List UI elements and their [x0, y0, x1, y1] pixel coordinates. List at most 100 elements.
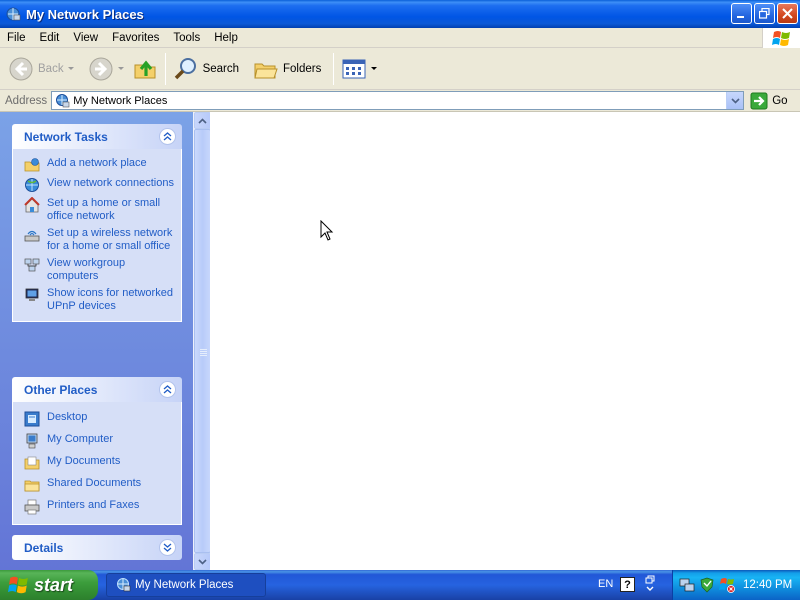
task-view-workgroup-computers[interactable]: View workgroup computers — [13, 255, 181, 285]
windows-flag-icon — [771, 30, 790, 46]
task-setup-wireless-network[interactable]: Set up a wireless network for a home or … — [13, 225, 181, 255]
minimize-icon — [737, 16, 744, 18]
other-places-panel: Other Places Desktop My Computer My Docu… — [12, 377, 182, 525]
menu-tools[interactable]: Tools — [166, 29, 207, 47]
printers-icon — [24, 499, 40, 515]
menu-favorites[interactable]: Favorites — [105, 29, 166, 47]
workgroup-icon — [24, 258, 40, 272]
views-dropdown-icon[interactable] — [371, 67, 378, 70]
place-label: Shared Documents — [47, 477, 142, 489]
details-panel: Details — [12, 535, 182, 560]
place-label: Desktop — [47, 411, 88, 423]
collapse-button[interactable] — [159, 381, 176, 398]
security-alert-icon[interactable] — [719, 577, 735, 593]
menu-edit[interactable]: Edit — [33, 29, 67, 47]
task-view-network-connections[interactable]: View network connections — [13, 175, 181, 195]
back-dropdown-icon[interactable] — [67, 67, 74, 70]
network-tray-icon[interactable] — [679, 577, 695, 593]
go-arrow-icon — [750, 92, 768, 109]
my-documents-icon — [24, 456, 40, 470]
back-button[interactable]: Back — [4, 51, 78, 87]
task-pane-scrollbar[interactable] — [193, 112, 211, 570]
toolbar-separator — [333, 52, 335, 85]
taskbar: start My Network Places EN ? 12:40 PM — [0, 570, 800, 600]
menu-view[interactable]: View — [66, 29, 105, 47]
taskbar-item-label: My Network Places — [135, 579, 234, 591]
search-button[interactable]: Search — [169, 51, 243, 87]
scroll-up-button[interactable] — [194, 112, 211, 129]
back-arrow-icon — [9, 57, 33, 80]
task-show-upnp-icons[interactable]: Show icons for networked UPnP devices — [13, 285, 181, 315]
search-label: Search — [202, 62, 240, 75]
windows-flag-icon — [8, 576, 28, 594]
place-shared-documents[interactable]: Shared Documents — [13, 474, 181, 496]
close-button[interactable] — [777, 3, 798, 24]
back-label: Back — [38, 62, 64, 75]
network-places-icon — [6, 7, 21, 21]
folders-button[interactable]: Folders — [249, 51, 325, 87]
minimize-button[interactable] — [731, 3, 752, 24]
windows-logo — [762, 28, 800, 48]
task-label: Show icons for networked UPnP devices — [47, 287, 173, 312]
start-button[interactable]: start — [0, 570, 98, 600]
title-bar[interactable]: My Network Places — [0, 0, 800, 28]
system-tray: 12:40 PM — [672, 570, 800, 600]
forward-arrow-icon — [89, 57, 113, 80]
network-tasks-header[interactable]: Network Tasks — [12, 124, 182, 149]
forward-button[interactable] — [84, 51, 128, 87]
views-icon — [342, 59, 366, 78]
address-dropdown-button[interactable] — [726, 92, 744, 109]
task-label: Set up a wireless network for a home or … — [47, 227, 173, 252]
chevron-down-double-icon — [163, 543, 172, 552]
place-label: Printers and Faxes — [47, 499, 140, 511]
folder-content-area[interactable] — [210, 112, 800, 570]
task-setup-home-network[interactable]: Set up a home or small office network — [13, 195, 181, 225]
security-center-icon[interactable] — [699, 577, 715, 593]
task-label: Set up a home or small office network — [47, 197, 161, 222]
place-desktop[interactable]: Desktop — [13, 408, 181, 430]
restore-icon — [759, 8, 770, 19]
scroll-thumb[interactable] — [194, 129, 211, 553]
menu-help[interactable]: Help — [207, 29, 245, 47]
add-network-place-icon — [24, 158, 40, 172]
menu-file[interactable]: File — [0, 29, 33, 47]
place-my-documents[interactable]: My Documents — [13, 452, 181, 474]
expand-button[interactable] — [159, 539, 176, 556]
network-places-icon — [56, 93, 70, 107]
place-my-computer[interactable]: My Computer — [13, 430, 181, 452]
place-printers-faxes[interactable]: Printers and Faxes — [13, 496, 181, 518]
language-indicator[interactable]: EN — [598, 578, 613, 590]
clock[interactable]: 12:40 PM — [743, 579, 792, 591]
task-add-network-place[interactable]: Add a network place — [13, 155, 181, 175]
network-tasks-body: Add a network place View network connect… — [12, 149, 182, 322]
go-label: Go — [772, 94, 788, 107]
scroll-down-button[interactable] — [194, 553, 211, 570]
folders-icon — [254, 63, 278, 78]
forward-dropdown-icon[interactable] — [117, 67, 124, 70]
network-connections-icon — [25, 178, 39, 192]
up-button[interactable] — [128, 51, 162, 87]
details-title: Details — [24, 540, 64, 555]
help-icon[interactable]: ? — [620, 577, 635, 592]
address-input[interactable]: My Network Places — [51, 91, 745, 110]
network-places-icon — [117, 578, 131, 592]
network-tasks-panel: Network Tasks Add a network place View n… — [12, 124, 182, 322]
go-button[interactable]: Go — [750, 92, 788, 110]
folder-up-icon — [134, 60, 156, 78]
address-value: My Network Places — [73, 94, 168, 107]
task-label: View workgroup computers — [47, 257, 126, 282]
restore-button[interactable] — [754, 3, 775, 24]
task-label: Add a network place — [47, 157, 147, 169]
address-label: Address — [5, 94, 48, 107]
details-header[interactable]: Details — [12, 535, 182, 560]
views-button[interactable] — [337, 51, 381, 87]
mouse-cursor-icon — [320, 220, 334, 241]
chevron-up-double-icon — [163, 132, 172, 141]
wireless-network-icon — [24, 230, 40, 242]
upnp-icon — [25, 288, 39, 301]
toolbar-restore-icon[interactable] — [643, 575, 657, 595]
other-places-body: Desktop My Computer My Documents Shared … — [12, 402, 182, 525]
taskbar-item-my-network-places[interactable]: My Network Places — [106, 573, 266, 597]
collapse-button[interactable] — [159, 128, 176, 145]
other-places-header[interactable]: Other Places — [12, 377, 182, 402]
